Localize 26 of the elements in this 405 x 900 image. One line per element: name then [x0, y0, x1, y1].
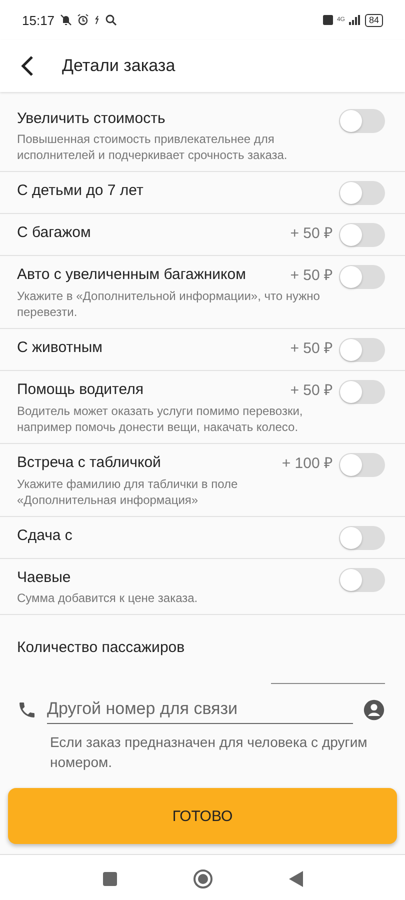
option-title: С детьми до 7 лет [17, 181, 144, 201]
option-title: Чаевые [17, 568, 72, 588]
option-title: Помощь водителя [17, 380, 144, 400]
option-price: + 50 ₽ [290, 339, 333, 359]
option-title: Встреча с табличкой [17, 453, 162, 473]
option-description: Укажите фамилию для таблички в поле «Дополнительная информация» [17, 476, 239, 508]
option-title: Сдача с [17, 526, 74, 546]
option-description: Повышенная стоимость привлекательнее для исполнителей и подчеркивает срочность заказа. [17, 131, 288, 163]
passengers-label: Количество пассажиров [17, 639, 185, 656]
screen-title: Детали заказа [62, 56, 176, 76]
phone-number-field[interactable]: Другой номер для связи [47, 695, 353, 724]
battery-level: 84 [364, 14, 383, 26]
option-price: + 100 ₽ [282, 454, 333, 474]
helper-text: Если заказ предназначен для человека с другим номером. [50, 733, 368, 772]
option-price: + 50 ₽ [290, 266, 333, 286]
done-button[interactable]: ГОТОВО [8, 788, 397, 844]
option-title: Увеличить стоимость [17, 109, 166, 129]
clock-time: 15:17 [22, 12, 55, 28]
option-description: Укажите в «Дополнительной информации», что нужно перевезти. [17, 288, 321, 320]
option-price: + 50 ₽ [290, 224, 333, 244]
option-title: С животным [17, 338, 104, 358]
option-title: С багажом [17, 223, 92, 243]
option-description: Водитель может оказать услуги помимо перевозки, например помочь донести вещи, накачать колесо. [17, 403, 304, 435]
option-price: + 50 ₽ [290, 381, 333, 401]
option-title: Авто с увеличенным багажником [17, 265, 247, 285]
option-description: Сумма добавится к цене заказа. [17, 590, 199, 606]
